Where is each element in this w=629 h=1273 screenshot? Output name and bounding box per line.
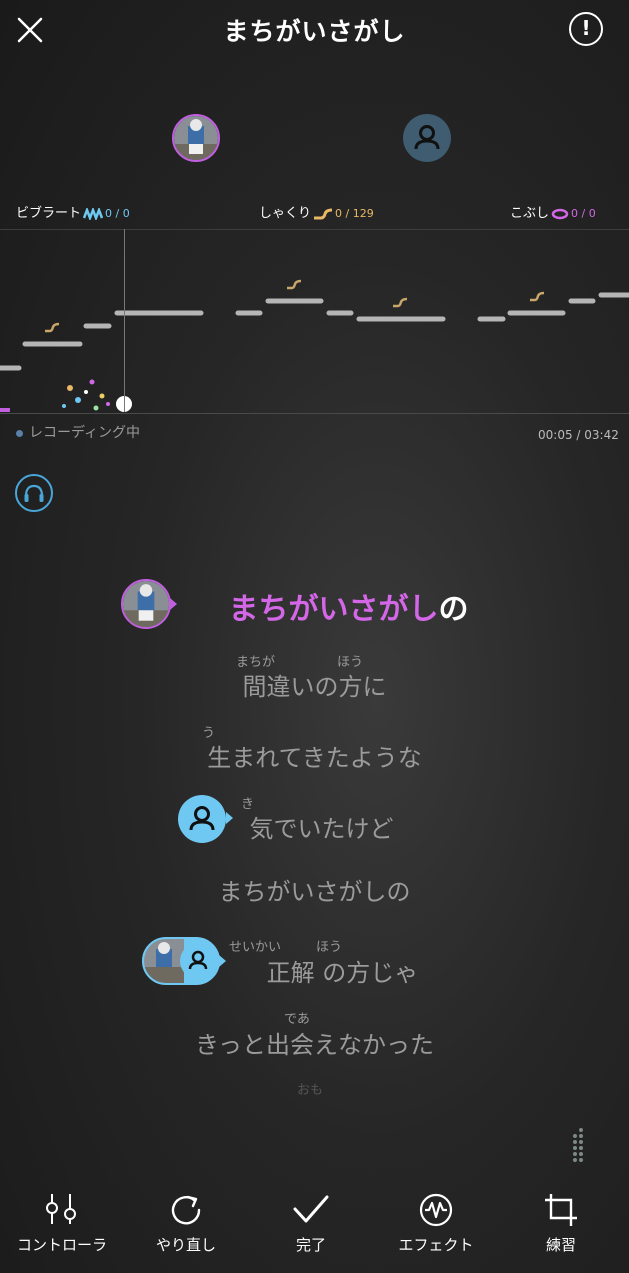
lyric-ruby: おも bbox=[297, 1083, 324, 1098]
nav-controller-label: コントローラ bbox=[16, 1236, 107, 1254]
headphone-icon bbox=[24, 484, 44, 502]
stat-vibrato: ビブラート 0 / 0 bbox=[16, 205, 130, 222]
nav-effect[interactable]: エフェクト bbox=[376, 1192, 496, 1255]
kobushi-label: こぶし bbox=[510, 206, 550, 221]
lyric-line: 生まれてきたような bbox=[207, 744, 422, 772]
elapsed-time: 00:05 bbox=[538, 428, 573, 442]
headphone-button[interactable] bbox=[15, 474, 53, 512]
vibrato-score: 0 bbox=[105, 207, 113, 220]
pitch-bars bbox=[0, 292, 629, 371]
kobushi-score: 0 bbox=[571, 207, 579, 220]
total-time: 03:42 bbox=[584, 428, 619, 442]
lyric-line: 気でいたけど bbox=[249, 815, 394, 843]
stat-kobushi: こぶし 0 / 0 bbox=[510, 206, 596, 221]
recording-dot-icon bbox=[16, 429, 23, 437]
lyric-line: 正解 の方じゃ bbox=[266, 959, 419, 987]
vibrato-label: ビブラート bbox=[16, 206, 82, 221]
nav-practice[interactable]: 練習 bbox=[501, 1192, 621, 1255]
time-display: 00:05 / 03:42 bbox=[538, 428, 619, 442]
pitch-guide bbox=[0, 229, 629, 414]
recording-status-text: レコーディング中 bbox=[29, 425, 141, 441]
shakuri-marks bbox=[45, 279, 545, 333]
lyric-unsung-part: の bbox=[438, 592, 469, 627]
nav-effect-label: エフェクト bbox=[398, 1236, 474, 1254]
lyric-line-current: まちがいさがしの bbox=[0, 584, 629, 628]
page-title: まちがいさがし bbox=[223, 17, 406, 46]
nav-done-label: 完了 bbox=[295, 1236, 326, 1254]
time-separator: / bbox=[572, 428, 585, 442]
sparkle-particles bbox=[62, 379, 110, 411]
lyric-line: まちがいさがしの bbox=[218, 878, 411, 906]
check-icon bbox=[293, 1195, 329, 1223]
info-button[interactable]: ! bbox=[569, 12, 603, 46]
nav-controller[interactable]: コントローラ bbox=[2, 1192, 122, 1255]
waveform-icon bbox=[419, 1193, 453, 1227]
nav-redo-label: やり直し bbox=[155, 1236, 216, 1254]
mic-level-meter bbox=[571, 1127, 585, 1165]
kobushi-total: 0 bbox=[588, 207, 596, 220]
vibrato-icon bbox=[82, 205, 104, 222]
shakuri-label: しゃくり bbox=[259, 206, 312, 221]
recording-status: レコーディング中 bbox=[16, 422, 140, 442]
nav-done[interactable]: 完了 bbox=[251, 1192, 371, 1255]
partner-avatar bbox=[403, 114, 451, 162]
lyric-line: きっと出会えなかった bbox=[194, 1031, 435, 1059]
info-icon: ! bbox=[581, 16, 591, 40]
nav-redo[interactable]: やり直し bbox=[126, 1192, 246, 1255]
shakuri-icon bbox=[314, 208, 333, 219]
person-icon bbox=[414, 125, 440, 150]
crop-icon bbox=[545, 1194, 577, 1226]
shakuri-total: 129 bbox=[352, 207, 374, 220]
redo-icon bbox=[171, 1195, 201, 1225]
playhead-line bbox=[124, 229, 125, 412]
lyric-sung-part: まちがいさがし bbox=[228, 592, 439, 627]
nav-practice-label: 練習 bbox=[545, 1236, 576, 1254]
stat-shakuri: しゃくり 0 / 129 bbox=[259, 206, 374, 221]
user-avatar bbox=[172, 114, 220, 162]
kobushi-icon bbox=[551, 208, 569, 219]
sliders-icon bbox=[46, 1194, 76, 1224]
lyric-line: 間違いの方に bbox=[242, 673, 387, 701]
shakuri-score: 0 bbox=[335, 207, 343, 220]
progress-bar bbox=[0, 408, 10, 412]
vibrato-total: 0 bbox=[122, 207, 130, 220]
